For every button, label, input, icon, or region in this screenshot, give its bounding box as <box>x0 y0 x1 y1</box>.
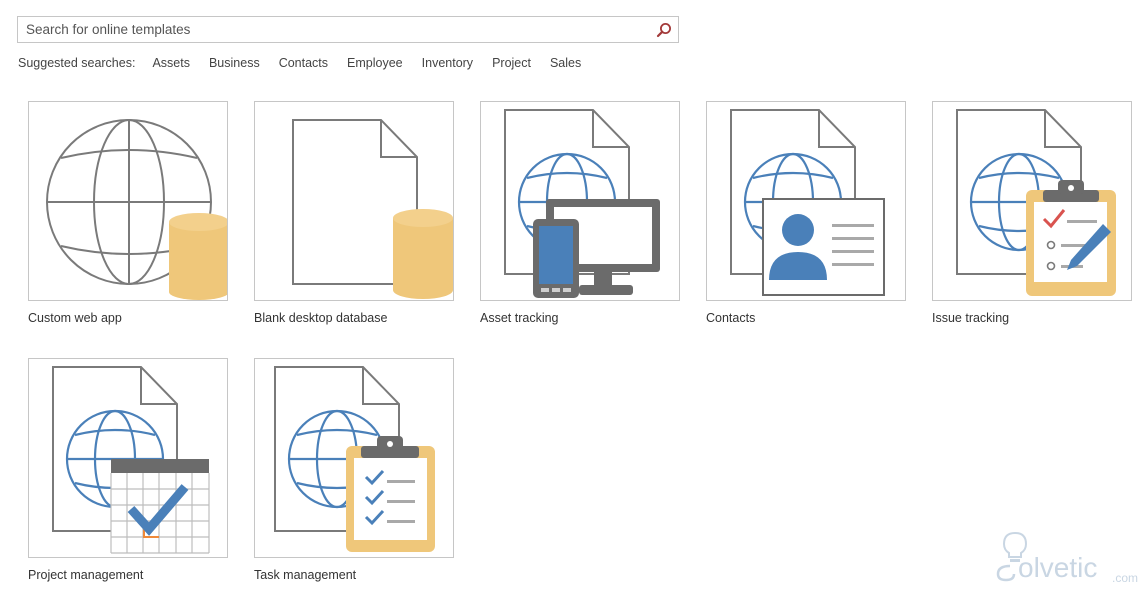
template-thumbnail[interactable] <box>480 101 680 301</box>
template-tile-blank-desktop-database[interactable]: Blank desktop database <box>254 101 484 325</box>
task-clipboard-icon <box>274 366 435 552</box>
search-icon[interactable] <box>654 20 674 40</box>
globe-database-icon <box>46 119 227 300</box>
solvetic-logo: olvetic .com <box>990 530 1140 588</box>
template-label: Custom web app <box>28 311 122 325</box>
template-thumbnail[interactable] <box>706 101 906 301</box>
suggested-search-sales[interactable]: Sales <box>550 56 581 70</box>
template-tile-task-management[interactable]: Task management <box>254 358 484 582</box>
svg-text:.com: .com <box>1112 571 1138 585</box>
issue-clipboard-icon <box>956 109 1116 296</box>
suggested-search-contacts[interactable]: Contacts <box>279 56 328 70</box>
solvetic-watermark-icon: olvetic .com <box>996 531 1138 585</box>
suggested-searches-label: Suggested searches: <box>18 56 136 70</box>
template-label: Blank desktop database <box>254 311 388 325</box>
search-box <box>17 16 679 43</box>
template-thumbnail[interactable] <box>28 101 228 301</box>
search-input[interactable] <box>18 17 646 42</box>
suggested-search-assets[interactable]: Assets <box>152 56 190 70</box>
template-tile-issue-tracking[interactable]: Issue tracking <box>932 101 1146 325</box>
template-thumbnail[interactable] <box>932 101 1132 301</box>
template-thumbnail[interactable] <box>254 358 454 558</box>
template-tile-contacts[interactable]: Contacts <box>706 101 936 325</box>
calendar-check-icon <box>52 366 210 554</box>
template-label: Task management <box>254 568 357 582</box>
contact-card-icon <box>730 109 885 296</box>
template-tile-project-management[interactable]: Project management <box>28 358 258 582</box>
template-thumbnail[interactable] <box>28 358 228 558</box>
asset-tracking-icon <box>504 109 660 298</box>
suggested-search-project[interactable]: Project <box>492 56 531 70</box>
template-label: Issue tracking <box>932 311 1010 325</box>
suggested-searches: Suggested searches: Assets Business Cont… <box>18 55 600 71</box>
document-database-icon <box>292 119 453 299</box>
suggested-search-inventory[interactable]: Inventory <box>422 56 473 70</box>
template-thumbnail[interactable] <box>254 101 454 301</box>
suggested-search-employee[interactable]: Employee <box>347 56 403 70</box>
template-label: Contacts <box>706 311 756 325</box>
template-tile-custom-web-app[interactable]: Custom web app <box>28 101 258 325</box>
template-label: Project management <box>28 568 144 582</box>
svg-text:olvetic: olvetic <box>1018 552 1097 583</box>
suggested-search-business[interactable]: Business <box>209 56 260 70</box>
template-label: Asset tracking <box>480 311 559 325</box>
template-tile-asset-tracking[interactable]: Asset tracking <box>480 101 710 325</box>
